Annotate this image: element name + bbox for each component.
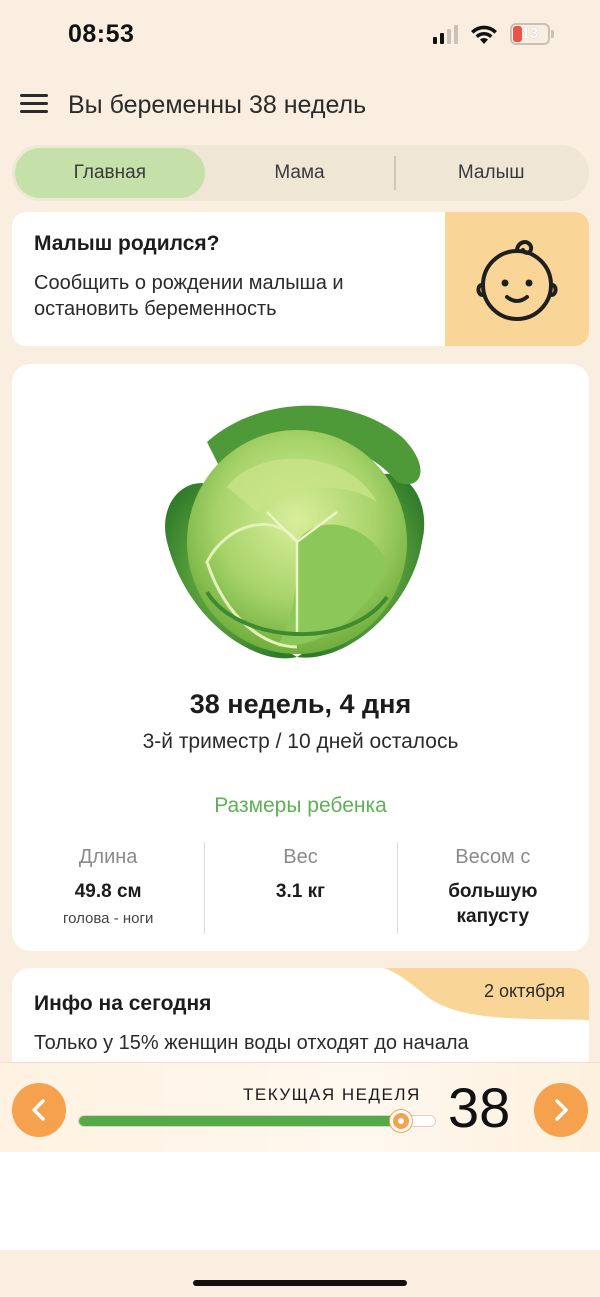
battery-level: 13 <box>521 25 539 42</box>
baby-born-title: Малыш родился? <box>34 232 220 255</box>
prev-week-button[interactable] <box>12 1083 66 1137</box>
tab-baby[interactable]: Малыш <box>396 148 586 198</box>
size-value: 3.1 кг <box>275 881 326 902</box>
page-title: Вы беременны 38 недель <box>68 91 367 119</box>
home-indicator[interactable] <box>193 1280 407 1286</box>
week-progress-knob[interactable] <box>390 1110 413 1132</box>
status-time: 08:53 <box>68 20 135 48</box>
week-count: 38 недель, 4 дня <box>189 689 412 719</box>
size-weight: Вес 3.1 кг <box>204 842 396 934</box>
home-area <box>0 1250 600 1297</box>
next-week-button[interactable] <box>534 1083 588 1137</box>
cabbage-illustration <box>165 405 425 659</box>
wifi-icon <box>471 25 497 44</box>
info-text: Только у 15% женщин воды отходят до нача… <box>34 1032 469 1054</box>
app-header: Вы беременны 38 недель <box>0 82 600 130</box>
tab-mom[interactable]: Мама <box>205 148 395 198</box>
size-value: большую капусту <box>448 881 538 927</box>
info-date: 2 октября <box>484 981 565 1001</box>
current-week-bar: ТЕКУЩАЯ НЕДЕЛЯ 38 <box>0 1062 600 1152</box>
size-label: Весом с <box>455 846 531 868</box>
size-note: голова - ноги <box>62 910 154 927</box>
baby-face-icon <box>476 240 558 321</box>
size-length: Длина 49.8 см голова - ноги <box>12 842 204 934</box>
chevron-right-icon <box>555 1099 568 1121</box>
battery-icon: 13 <box>510 23 550 45</box>
baby-born-image <box>445 212 589 346</box>
week-progress-fill <box>79 1116 402 1126</box>
week-card: 38 недель, 4 дня 3-й триместр / 10 дней … <box>12 364 589 951</box>
current-week-label: ТЕКУЩАЯ НЕДЕЛЯ <box>243 1085 421 1104</box>
chevron-left-icon <box>32 1099 45 1121</box>
size-comparison: Весом с большую капусту <box>396 842 589 934</box>
size-value: 49.8 см <box>74 881 142 902</box>
blank-area <box>0 1152 600 1250</box>
baby-sizes: Длина 49.8 см голова - ноги Вес 3.1 кг В… <box>12 842 589 934</box>
current-week-number: 38 <box>448 1076 511 1139</box>
signal-icon <box>433 24 458 44</box>
trimester-info: 3-й триместр / 10 дней осталось <box>142 730 459 753</box>
baby-born-description: Сообщить о рождении малыша и остановить … <box>34 272 344 320</box>
info-title: Инфо на сегодня <box>34 992 212 1015</box>
size-label: Длина <box>78 846 138 868</box>
baby-sizes-title: Размеры ребенка <box>214 794 387 817</box>
status-icons: 13 <box>433 23 554 45</box>
baby-born-card[interactable]: Малыш родился? Сообщить о рождении малыш… <box>12 212 589 346</box>
size-label: Вес <box>283 846 318 868</box>
status-bar: 08:53 13 <box>0 0 600 72</box>
week-progress-slider[interactable] <box>78 1110 436 1132</box>
hamburger-menu-icon[interactable] <box>20 94 48 116</box>
tab-home[interactable]: Главная <box>15 148 205 198</box>
tab-bar: Главная Мама Малыш <box>12 145 589 201</box>
